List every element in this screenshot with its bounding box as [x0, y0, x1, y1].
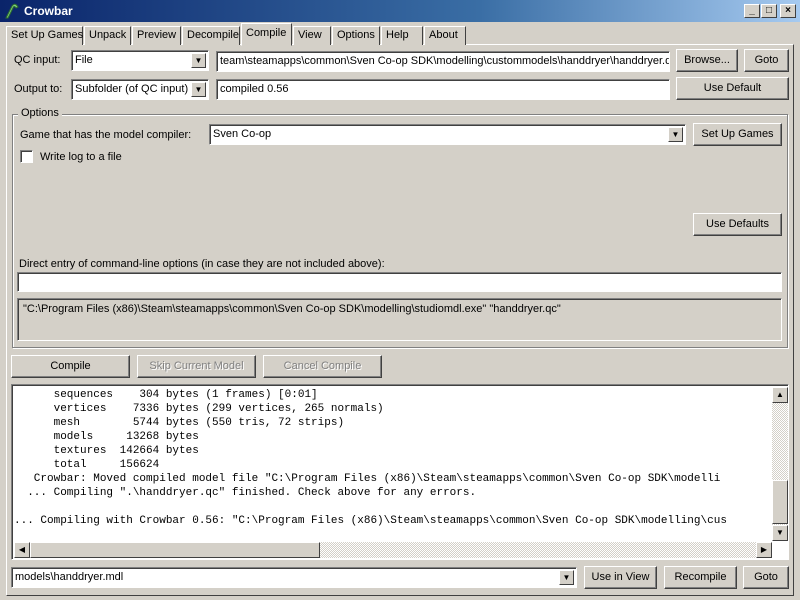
vertical-scrollbar-thumb[interactable]: [772, 480, 788, 524]
game-select[interactable]: Sven Co-op ▼: [209, 124, 686, 145]
write-log-checkbox[interactable]: [20, 150, 33, 163]
maximize-button[interactable]: □: [761, 4, 777, 18]
log-line: ... Compiling with Crowbar 0.56: "C:\Pro…: [14, 515, 727, 527]
tab-decompile[interactable]: Decompile: [182, 26, 240, 45]
recompile-button[interactable]: Recompile: [664, 566, 737, 589]
write-log-label: Write log to a file: [40, 151, 122, 163]
qc-input-mode-select[interactable]: File ▼: [71, 50, 209, 71]
chevron-down-icon[interactable]: ▼: [191, 53, 206, 68]
scroll-left-icon[interactable]: ◀: [14, 542, 30, 558]
qc-input-path-field[interactable]: team\steamapps\common\Sven Co-op SDK\mod…: [216, 51, 670, 72]
qc-input-mode-value: File: [75, 54, 93, 66]
skip-current-model-button[interactable]: Skip Current Model: [137, 355, 256, 378]
cancel-compile-button[interactable]: Cancel Compile: [263, 355, 382, 378]
output-file-value: models\handdryer.mdl: [15, 571, 124, 583]
tab-unpack[interactable]: Unpack: [84, 26, 131, 45]
log-line: models 13268 bytes: [14, 431, 199, 443]
goto-button[interactable]: Goto: [744, 49, 789, 72]
direct-entry-input[interactable]: [17, 272, 782, 292]
log-line: vertices 7336 bytes (299 vertices, 265 n…: [14, 403, 384, 415]
title-bar[interactable]: Crowbar _ □ ×: [0, 0, 800, 22]
output-mode-value: Subfolder (of QC input): [75, 83, 189, 95]
log-line: total 156624: [14, 459, 160, 471]
chevron-down-icon[interactable]: ▼: [191, 82, 206, 97]
log-line: textures 142664 bytes: [14, 445, 199, 457]
scroll-right-icon[interactable]: ▶: [756, 542, 772, 558]
log-line: mesh 5744 bytes (550 tris, 72 strips): [14, 417, 345, 429]
log-line: sequences 304 bytes (1 frames) [0:01]: [14, 389, 318, 401]
output-file-select[interactable]: models\handdryer.mdl ▼: [11, 567, 577, 588]
game-label: Game that has the model compiler:: [20, 129, 192, 141]
chevron-down-icon[interactable]: ▼: [668, 127, 683, 142]
tab-view[interactable]: View: [293, 26, 331, 45]
use-in-view-button[interactable]: Use in View: [584, 566, 657, 589]
output-folder-field[interactable]: compiled 0.56: [216, 79, 670, 100]
output-to-label: Output to:: [14, 83, 63, 95]
window-title: Crowbar: [24, 4, 73, 18]
horizontal-scrollbar-thumb[interactable]: [30, 542, 320, 558]
compile-log[interactable]: sequences 304 bytes (1 frames) [0:01] ve…: [11, 384, 789, 560]
scroll-up-icon[interactable]: ▲: [772, 387, 788, 403]
command-line-preview: "C:\Program Files (x86)\Steam\steamapps\…: [17, 298, 782, 341]
goto-output-button[interactable]: Goto: [743, 566, 789, 589]
tab-help[interactable]: Help: [381, 26, 423, 45]
game-select-value: Sven Co-op: [213, 128, 272, 140]
tab-options[interactable]: Options: [332, 26, 380, 45]
tab-about[interactable]: About: [424, 26, 466, 45]
log-text: sequences 304 bytes (1 frames) [0:01] ve…: [14, 388, 727, 528]
options-group-label: Options: [18, 107, 62, 119]
chevron-down-icon[interactable]: ▼: [559, 570, 574, 585]
log-line: ... Compiling ".\handdryer.qc" finished.…: [14, 487, 477, 499]
tab-set-up-games[interactable]: Set Up Games: [6, 26, 83, 45]
crowbar-app-icon: [5, 3, 19, 19]
tab-preview[interactable]: Preview: [132, 26, 181, 45]
scroll-down-icon[interactable]: ▼: [772, 525, 788, 541]
direct-entry-label: Direct entry of command-line options (in…: [19, 258, 385, 270]
compile-button[interactable]: Compile: [11, 355, 130, 378]
minimize-button[interactable]: _: [744, 4, 760, 18]
tab-compile[interactable]: Compile: [241, 23, 292, 46]
close-button[interactable]: ×: [780, 4, 796, 18]
log-line: Crowbar: Moved compiled model file "C:\P…: [14, 473, 721, 485]
use-default-button[interactable]: Use Default: [676, 77, 789, 100]
output-mode-select[interactable]: Subfolder (of QC input) ▼: [71, 79, 209, 100]
qc-input-label: QC input:: [14, 54, 61, 66]
browse-button[interactable]: Browse...: [676, 49, 738, 72]
use-defaults-button[interactable]: Use Defaults: [693, 213, 782, 236]
set-up-games-button[interactable]: Set Up Games: [693, 123, 782, 146]
